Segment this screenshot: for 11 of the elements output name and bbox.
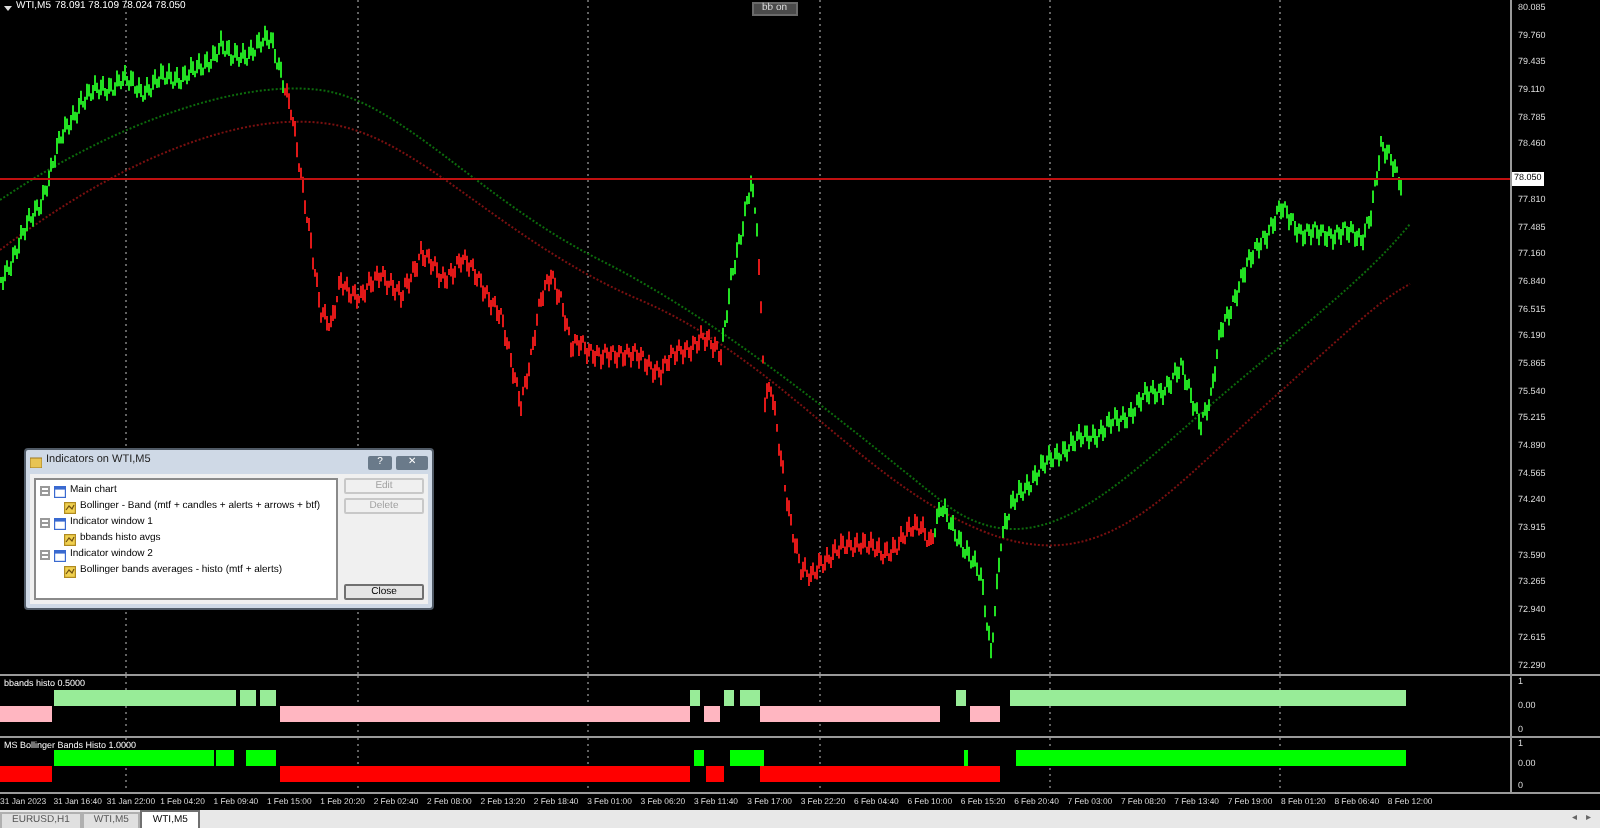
folder-icon <box>30 456 42 468</box>
dropdown-icon[interactable] <box>4 3 12 11</box>
indicator-icon <box>64 533 76 545</box>
expander-icon[interactable] <box>40 486 50 496</box>
window-icon <box>54 517 66 529</box>
expander-icon[interactable] <box>40 550 50 560</box>
indicator-icon <box>64 565 76 577</box>
window-icon <box>54 485 66 497</box>
expander-icon[interactable] <box>40 518 50 528</box>
indicator-icon <box>64 501 76 513</box>
window-icon <box>54 549 66 561</box>
